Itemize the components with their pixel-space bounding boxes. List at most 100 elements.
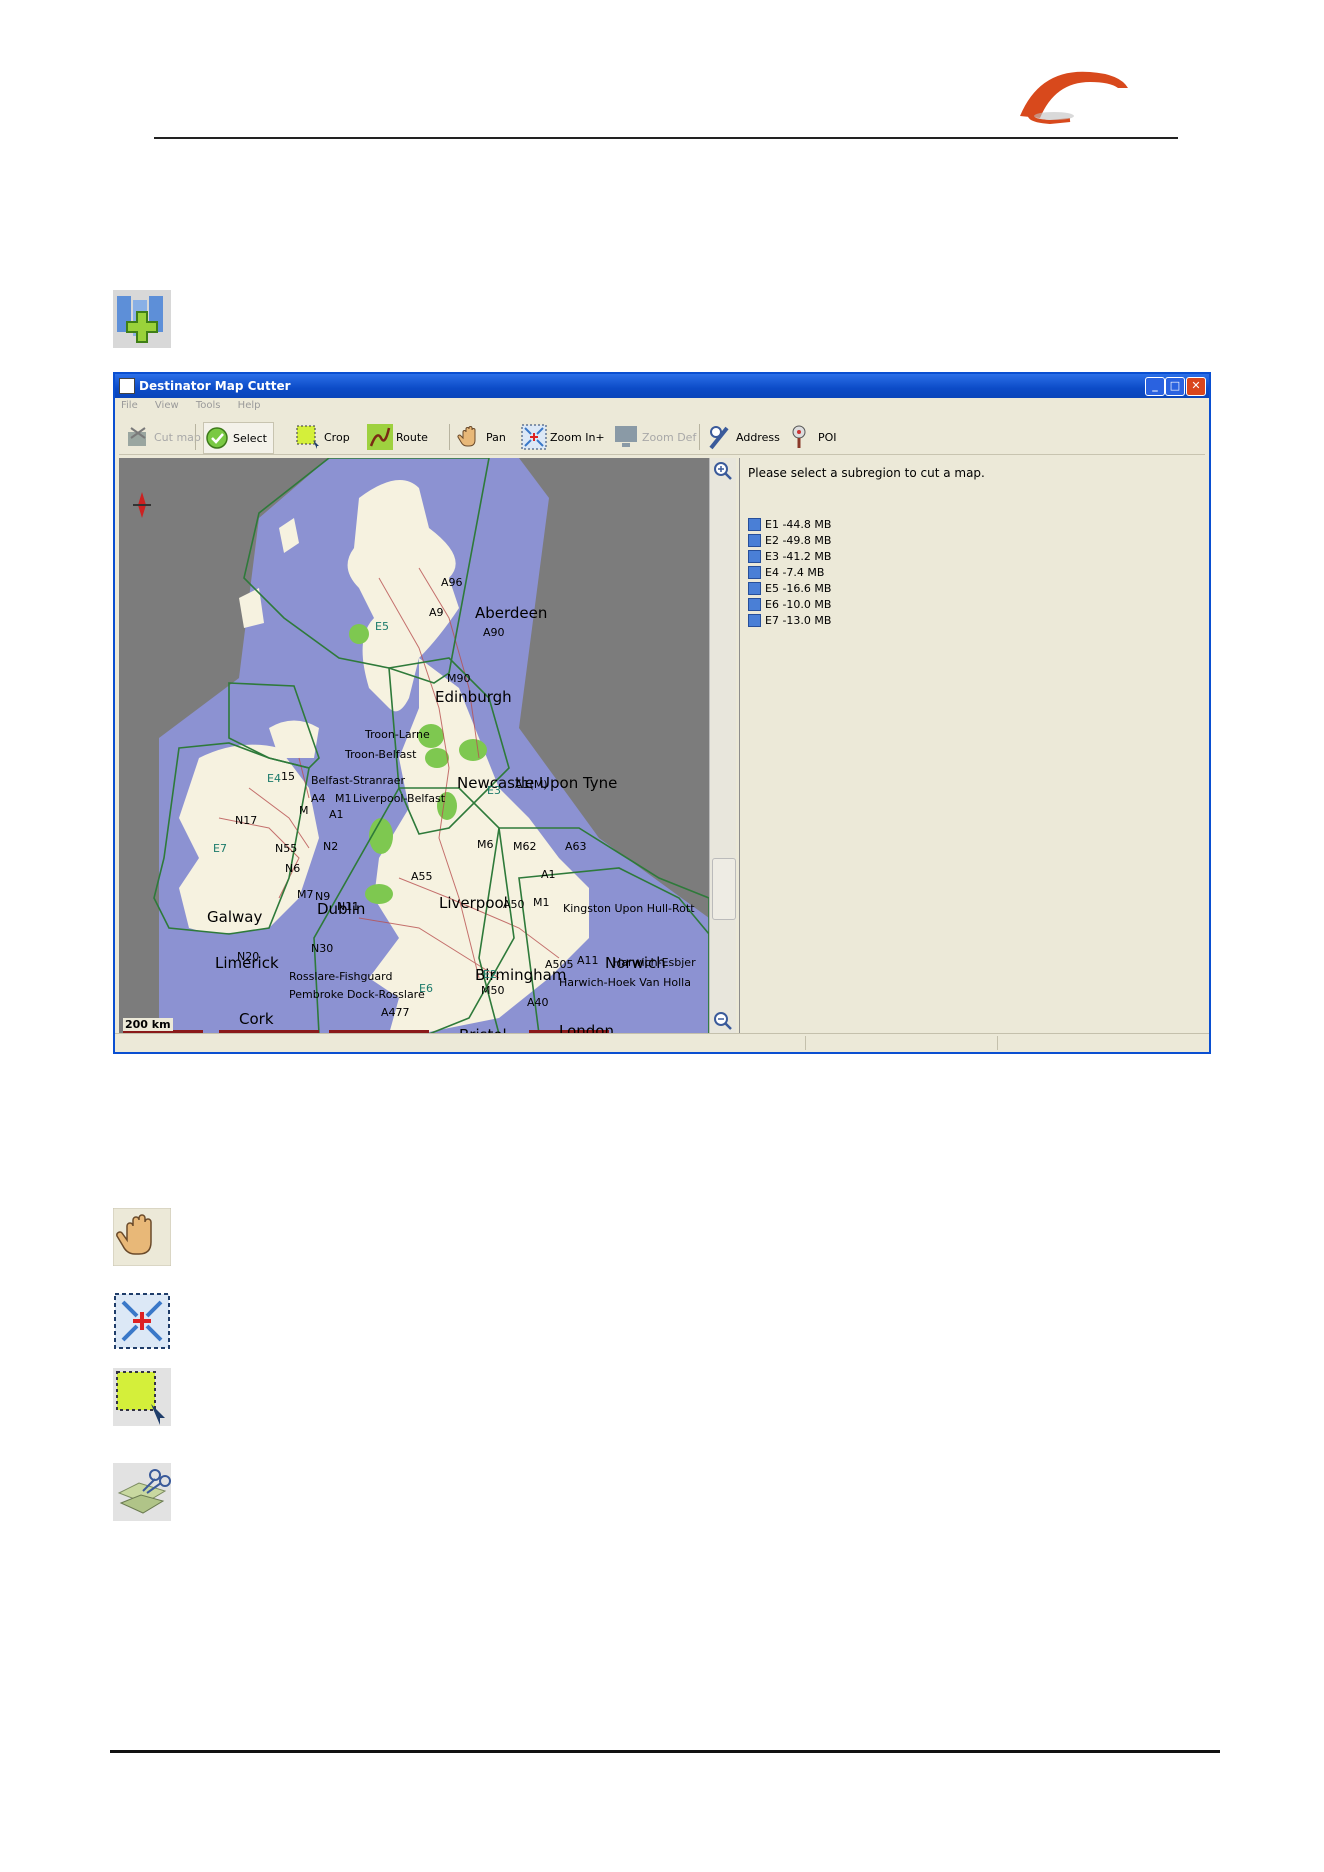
checkbox[interactable] <box>748 597 761 611</box>
road-label: N30 <box>311 942 334 955</box>
menu-file[interactable]: File <box>121 400 138 411</box>
road-label: A63 <box>565 840 587 853</box>
cut-map-icon <box>125 424 151 450</box>
menu-tools[interactable]: Tools <box>196 400 221 411</box>
checkbox[interactable] <box>748 533 761 547</box>
road-label: Troon-Belfast <box>345 748 417 761</box>
road-label: A1(M) <box>515 778 548 791</box>
region-label: E5 <box>375 620 389 633</box>
road-label: A90 <box>483 626 505 639</box>
place-label: Edinburgh <box>435 688 512 706</box>
list-item[interactable]: E4 -7.4 MB <box>748 564 831 580</box>
zoom-in-label: Zoom In+ <box>550 430 605 444</box>
road-label: A50 <box>503 898 525 911</box>
road-label: Rosslare-Fishguard <box>289 970 393 983</box>
zoom-in-icon <box>114 1293 170 1349</box>
road-label: N17 <box>235 814 258 827</box>
crop-button[interactable]: Crop <box>295 422 350 452</box>
road-label: A477 <box>381 1006 410 1019</box>
address-label: Address <box>736 430 780 444</box>
status-cell <box>997 1036 998 1050</box>
checkbox[interactable] <box>748 581 761 595</box>
address-icon <box>707 424 733 450</box>
region-label: E2 <box>483 968 497 981</box>
list-item[interactable]: E2 -49.8 MB <box>748 532 831 548</box>
road-label: Troon-Larne <box>365 728 430 741</box>
app-icon <box>119 378 135 394</box>
poi-button[interactable]: POI <box>789 422 837 452</box>
zoom-out-magnifier-icon[interactable] <box>712 1010 734 1032</box>
toolbar-separator <box>449 424 450 450</box>
checkbox[interactable] <box>748 613 761 627</box>
menu-bar: File View Tools Help <box>121 400 274 418</box>
map-add-icon <box>113 290 171 348</box>
map-canvas[interactable] <box>119 458 709 1034</box>
road-label: N11 <box>337 900 360 913</box>
logo-icon <box>1020 71 1128 125</box>
region-label: E7 <box>213 842 227 855</box>
zoom-slider-thumb[interactable] <box>712 858 736 920</box>
poi-icon <box>789 424 815 450</box>
list-item[interactable]: E6 -10.0 MB <box>748 596 831 612</box>
region-label: E3 <box>487 784 501 797</box>
poi-label: POI <box>818 430 837 444</box>
cut-map-button[interactable]: Cut map <box>125 422 201 452</box>
maximize-button[interactable]: □ <box>1165 377 1185 396</box>
select-label: Select <box>233 431 267 445</box>
checkbox[interactable] <box>748 517 761 531</box>
minimize-button[interactable]: _ <box>1145 377 1165 396</box>
road-label: M90 <box>447 672 471 685</box>
zoom-in-magnifier-icon[interactable] <box>712 460 734 482</box>
place-label: Cork <box>239 1010 274 1028</box>
checkbox[interactable] <box>748 565 761 579</box>
place-label: Liverpool <box>439 894 508 912</box>
road-label: A96 <box>441 576 463 589</box>
subregion-panel: Please select a subregion to cut a map. … <box>739 458 1205 1034</box>
road-label: A40 <box>527 996 549 1009</box>
route-label: Route <box>396 430 428 444</box>
road-label: M <box>299 804 309 817</box>
pan-label: Pan <box>486 430 506 444</box>
road-label: N55 <box>275 842 298 855</box>
road-label: A505 <box>545 958 574 971</box>
crop-icon <box>113 1368 171 1426</box>
place-label: Galway <box>207 908 263 926</box>
title-bar: Destinator Map Cutter _ □ ✕ <box>115 374 1209 398</box>
list-item[interactable]: E1 -44.8 MB <box>748 516 831 532</box>
road-label: Kingston Upon Hull-Rott <box>563 902 695 915</box>
zoom-in-button[interactable]: Zoom In+ <box>521 422 605 452</box>
road-label: M7 <box>297 888 314 901</box>
status-cell <box>805 1036 806 1050</box>
road-label: N9 <box>315 890 331 903</box>
road-label: Harwich-Esbjer <box>613 956 696 969</box>
close-button[interactable]: ✕ <box>1186 377 1206 396</box>
zoom-default-button[interactable]: Zoom Def <box>613 422 696 452</box>
list-item[interactable]: E5 -16.6 MB <box>748 580 831 596</box>
list-item[interactable]: E7 -13.0 MB <box>748 612 831 628</box>
place-label: Aberdeen <box>475 604 548 622</box>
cut-map-label: Cut map <box>154 430 201 444</box>
compass-icon <box>133 492 151 518</box>
status-bar <box>115 1033 1209 1052</box>
menu-view[interactable]: View <box>155 400 179 411</box>
road-label: M62 <box>513 840 537 853</box>
select-button[interactable]: Select <box>203 422 274 454</box>
region-label: E4 <box>267 772 281 785</box>
menu-help[interactable]: Help <box>238 400 261 411</box>
list-item[interactable]: E3 -41.2 MB <box>748 548 831 564</box>
address-button[interactable]: Address <box>707 422 780 452</box>
zoom-default-label: Zoom Def <box>642 430 697 444</box>
pan-button[interactable]: Pan <box>457 422 506 452</box>
road-label: A9 <box>429 606 444 619</box>
road-label: A11 <box>577 954 599 967</box>
header-divider <box>154 137 1178 139</box>
map-zoom-bar <box>709 458 736 1034</box>
checkbox[interactable] <box>748 549 761 563</box>
scale-label: 200 km <box>123 1018 173 1031</box>
map-view[interactable]: Aberdeen Edinburgh Newcastle Upon Tyne G… <box>119 458 709 1034</box>
route-button[interactable]: Route <box>367 422 428 452</box>
panel-prompt: Please select a subregion to cut a map. <box>748 466 985 480</box>
road-label: Belfast-Stranraer <box>311 774 406 787</box>
road-label: M1 <box>335 792 352 805</box>
crop-label: Crop <box>324 430 350 444</box>
